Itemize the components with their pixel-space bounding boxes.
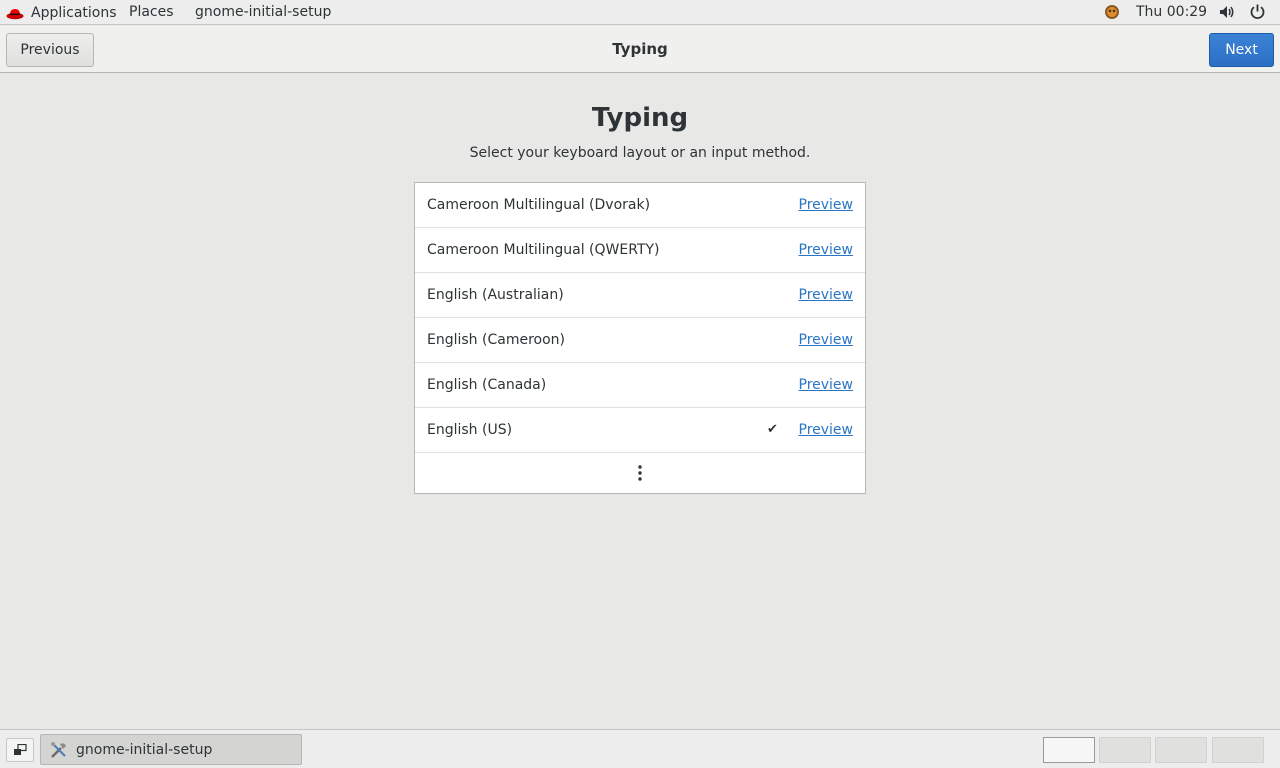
workspace-1[interactable] — [1043, 737, 1095, 763]
layout-label: English (Cameroon) — [427, 332, 565, 348]
header-title: Typing — [612, 40, 668, 58]
layout-row-selected[interactable]: English (US) ✔ Preview — [415, 408, 865, 453]
places-menu[interactable]: Places — [129, 0, 174, 25]
preview-link[interactable]: Preview — [799, 273, 854, 317]
layout-row[interactable]: English (Cameroon) Preview — [415, 318, 865, 363]
show-desktop-button[interactable] — [6, 738, 34, 762]
setup-tools-icon — [51, 741, 66, 758]
redhat-icon — [6, 8, 24, 19]
preview-link[interactable]: Preview — [799, 363, 854, 407]
workspace-3[interactable] — [1155, 737, 1207, 763]
layout-label: Cameroon Multilingual (Dvorak) — [427, 197, 651, 213]
window-list-item[interactable]: gnome-initial-setup — [40, 734, 302, 765]
top-bar: Applications Places gnome-initial-setup … — [0, 0, 1280, 25]
more-layouts-row[interactable] — [415, 453, 865, 493]
checkmark-icon: ✔ — [767, 422, 778, 437]
layout-row[interactable]: Cameroon Multilingual (Dvorak) Preview — [415, 183, 865, 228]
clock[interactable]: Thu 00:29 — [1136, 0, 1207, 25]
layout-label: English (US) — [427, 422, 513, 438]
layout-label: English (Canada) — [427, 377, 547, 393]
header-bar: Typing Previous Next — [0, 26, 1280, 73]
layout-row[interactable]: English (Canada) Preview — [415, 363, 865, 408]
page-subtitle: Select your keyboard layout or an input … — [469, 145, 811, 161]
layout-row[interactable]: English (Australian) Preview — [415, 273, 865, 318]
app-menu[interactable]: gnome-initial-setup — [195, 0, 331, 25]
keyboard-layout-list: Cameroon Multilingual (Dvorak) Preview C… — [414, 182, 866, 494]
workspace-4[interactable] — [1212, 737, 1264, 763]
preview-link[interactable]: Preview — [799, 408, 854, 452]
next-button[interactable]: Next — [1209, 33, 1274, 67]
status-indicator-icon[interactable] — [1104, 4, 1120, 20]
layout-row[interactable]: Cameroon Multilingual (QWERTY) Preview — [415, 228, 865, 273]
view-more-icon — [638, 465, 642, 481]
applications-menu[interactable]: Applications — [6, 0, 117, 25]
window-list-label: gnome-initial-setup — [76, 741, 213, 758]
power-icon[interactable] — [1249, 3, 1266, 20]
layout-label: English (Australian) — [427, 287, 564, 303]
bottom-taskbar: gnome-initial-setup — [0, 729, 1280, 768]
preview-link[interactable]: Preview — [799, 318, 854, 362]
workspace-2[interactable] — [1099, 737, 1151, 763]
preview-link[interactable]: Preview — [799, 228, 854, 272]
applications-label: Applications — [31, 4, 117, 21]
layout-label: Cameroon Multilingual (QWERTY) — [427, 242, 660, 258]
show-desktop-icon — [14, 744, 27, 755]
preview-link[interactable]: Preview — [799, 183, 854, 227]
volume-icon[interactable] — [1218, 4, 1236, 20]
previous-button[interactable]: Previous — [6, 33, 94, 67]
page-title: Typing — [591, 103, 689, 133]
